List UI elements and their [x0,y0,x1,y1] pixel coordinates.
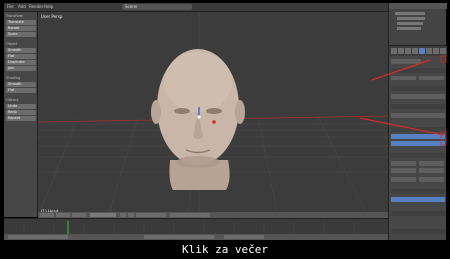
menu-help[interactable]: Help [44,4,53,9]
timeline-ticks [23,223,355,233]
tool-button[interactable]: Undo [6,104,36,109]
tool-button[interactable]: Redo [6,110,36,115]
panel-header [391,68,445,73]
menu-render[interactable]: Render [29,4,43,9]
frame-range-fields[interactable] [144,235,214,239]
tool-section-header: Transform [6,14,24,18]
property-field[interactable] [419,161,444,166]
object-name-field[interactable] [391,59,421,64]
tool-button[interactable]: Smooth [6,82,36,87]
playback-controls[interactable] [224,235,264,239]
timeline-menu-buttons[interactable] [8,235,68,239]
viewport-scene [38,12,388,217]
selected-field[interactable] [391,197,445,202]
scene-selector[interactable]: Scene [122,4,192,10]
tool-button[interactable]: Scale [6,32,36,37]
panel-header [391,211,445,216]
property-field[interactable] [391,94,445,99]
select-menu-button[interactable] [56,213,70,217]
menu-add[interactable]: Add [18,4,26,9]
modifier-tab-icon[interactable] [419,48,425,54]
manipulator-buttons[interactable] [136,213,166,217]
panel-header [391,153,445,158]
outliner-item[interactable] [397,22,423,25]
property-field[interactable] [391,113,445,118]
tool-section-header: Shading [6,76,21,80]
selected-field[interactable] [391,134,445,139]
world-tab-icon[interactable] [405,48,411,54]
3d-viewport[interactable]: User Persp [38,12,388,217]
property-field[interactable] [391,168,416,173]
top-menu-bar: File Add Render Help Scene [4,3,446,12]
pivot-button[interactable] [128,213,134,217]
object-tab-icon[interactable] [412,48,418,54]
outliner-item[interactable] [395,12,425,15]
property-field[interactable] [419,177,444,182]
render-tab-icon[interactable] [391,48,397,54]
object-menu-button[interactable] [72,213,86,217]
property-field[interactable] [391,177,416,182]
property-field[interactable] [419,168,444,173]
outliner-item[interactable] [397,17,425,20]
tool-shelf: Transform Translate Rotate Scale Object … [4,12,38,217]
panel-header [391,127,445,132]
caption-text: Klik za večer [181,243,269,256]
tool-section-header: History [6,98,19,102]
tool-button[interactable]: Smooth [6,48,36,53]
panel-header [391,104,445,109]
tool-button[interactable]: Repeat [6,116,36,121]
shading-button[interactable] [120,213,126,217]
tool-button[interactable]: Flat [6,88,36,93]
tool-button[interactable]: Rotate [6,26,36,31]
mode-selector[interactable] [90,213,116,217]
timeline-editor[interactable] [4,218,388,240]
panel-header [391,189,445,194]
panel-header [391,229,445,234]
data-tab-icon[interactable] [426,48,432,54]
tool-section-header: Object [6,42,18,46]
scene-tab-icon[interactable] [398,48,404,54]
menu-file[interactable]: File [7,4,14,9]
panel-header [391,86,445,91]
property-field[interactable] [391,161,416,166]
head-mesh[interactable] [151,49,245,190]
texture-tab-icon[interactable] [440,48,446,54]
layer-buttons[interactable] [170,213,210,217]
tool-button[interactable]: Duplicate [6,60,36,65]
caption-strip: Klik za večer [0,240,450,259]
tool-button[interactable]: Flat [6,54,36,59]
checkbox-row[interactable] [391,76,416,80]
outliner-item[interactable] [397,27,421,30]
view-menu-button[interactable] [40,213,54,217]
checkbox-row[interactable] [419,76,444,80]
tool-button[interactable]: Join [6,66,36,71]
outliner-header [389,3,447,9]
tool-button[interactable]: Translate [6,20,36,25]
material-tab-icon[interactable] [433,48,439,54]
outliner-panel[interactable] [388,3,447,45]
selected-field[interactable] [391,141,445,146]
properties-panel[interactable] [388,45,447,240]
